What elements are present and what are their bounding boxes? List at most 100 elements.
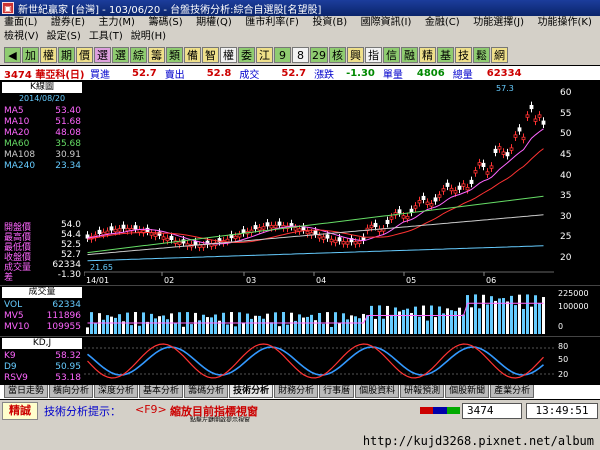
kd-chart[interactable] — [84, 338, 554, 384]
candle-body — [329, 238, 334, 243]
tab-10[interactable]: 個股新聞 — [445, 385, 490, 398]
menu-item[interactable]: 主力(M) — [99, 16, 135, 30]
toolbar-button[interactable]: 信 — [383, 47, 400, 63]
candle-body — [113, 228, 118, 233]
toolbar-button[interactable]: 加 — [22, 47, 39, 63]
kd-panel: KD,J K9 58.32 D9 50.95 RSV9 53.18 80 50 20 — [0, 336, 600, 384]
candle-body — [541, 120, 546, 125]
volume-bar — [278, 326, 281, 334]
volume-bar — [98, 313, 101, 334]
stat-value: -1.30 — [57, 270, 81, 280]
volume-bar — [86, 327, 89, 334]
toolbar-button[interactable]: 權 — [40, 47, 57, 63]
toolbar-button[interactable]: 網 — [491, 47, 508, 63]
menu-item[interactable]: 畫面(L) — [4, 16, 37, 30]
ma-legend-row: MA108 30.91 — [4, 150, 81, 160]
menu-row-2: 檢視(V) 設定(S) 工具(T) 說明(H) — [0, 30, 600, 44]
toolbar-button[interactable]: 基 — [437, 47, 454, 63]
toolbar-button[interactable]: 融 — [401, 47, 418, 63]
menu-item[interactable]: 功能選擇(J) — [473, 16, 524, 30]
tab-3[interactable]: 基本分析 — [139, 385, 184, 398]
menu-item[interactable]: 設定(S) — [47, 30, 81, 44]
volume-bar — [370, 305, 373, 334]
toolbar-button[interactable]: ◀ — [4, 47, 21, 63]
kline-legend-panel: K線圖 2014/08/20 MA5 53.40 MA10 51.68 MA20 48.0… — [0, 80, 83, 285]
candle-body — [421, 195, 426, 201]
tab-8[interactable]: 個股資料 — [355, 385, 400, 398]
toolbar-button[interactable]: 指 — [365, 47, 382, 63]
volume-bar — [350, 315, 353, 334]
tab-1[interactable]: 橫向分析 — [49, 385, 94, 398]
toolbar-button[interactable]: 選 — [94, 47, 111, 63]
candle-body — [353, 241, 358, 245]
toolbar-button[interactable]: 價 — [76, 47, 93, 63]
tab-11[interactable]: 產業分析 — [490, 385, 535, 398]
candle-body — [417, 200, 422, 204]
toolbar-button[interactable]: 綜 — [130, 47, 147, 63]
tab-5[interactable]: 技術分析 — [229, 385, 274, 398]
volume-title: 成交量 — [2, 287, 82, 298]
volume-bar — [198, 320, 201, 334]
buy-value: 52.7 — [132, 67, 157, 79]
tab-6[interactable]: 財務分析 — [274, 385, 319, 398]
tab-7[interactable]: 行事曆 — [319, 385, 355, 398]
menu-item[interactable]: 投資(B) — [312, 16, 347, 30]
toolbar-button[interactable]: 29 — [310, 47, 328, 63]
tab-2[interactable]: 深度分析 — [94, 385, 139, 398]
buy-label: 買進 — [90, 69, 110, 81]
toolbar-button[interactable]: 技 — [455, 47, 472, 63]
toolbar-button[interactable]: 委 — [238, 47, 255, 63]
volume-bar — [154, 318, 157, 334]
stock-code-input[interactable]: 3474 — [462, 403, 522, 419]
tab-9[interactable]: 研報預測 — [400, 385, 445, 398]
candle-body — [153, 233, 158, 237]
volume-bar — [414, 306, 417, 334]
toolbar-button[interactable]: 備 — [184, 47, 201, 63]
menu-item[interactable]: 期權(Q) — [196, 16, 232, 30]
kline-chart[interactable]: 14/01 02 03 04 05 06 57.3 21.65 — [83, 80, 554, 285]
menu-item[interactable]: 檢視(V) — [4, 30, 39, 44]
toolbar-button[interactable]: 核 — [329, 47, 346, 63]
menu-item[interactable]: 國際資訊(I) — [361, 16, 412, 30]
toolbar-button[interactable]: 鬆 — [473, 47, 490, 63]
kd-value: 50.95 — [55, 362, 81, 372]
toolbar-button[interactable]: 權 — [220, 47, 237, 63]
menu-item[interactable]: 證券(E) — [51, 16, 85, 30]
toolbar-button[interactable]: 8 — [292, 47, 309, 63]
candle-body — [405, 215, 410, 220]
menu-item[interactable]: 籌碼(S) — [148, 16, 182, 30]
toolbar-button[interactable]: 類 — [166, 47, 183, 63]
candle-body — [169, 235, 174, 241]
volume-label: VOL — [4, 300, 23, 310]
stock-code[interactable]: 3474 華亞科(日) — [4, 66, 84, 81]
toolbar-button[interactable]: 江 — [256, 47, 273, 63]
toolbar-button[interactable]: 精 — [419, 47, 436, 63]
toolbar-button[interactable]: 興 — [347, 47, 364, 63]
menu-item[interactable]: 金融(C) — [425, 16, 460, 30]
candle-body — [497, 146, 502, 150]
kd-tick: 20 — [558, 370, 569, 379]
volume-bar — [418, 316, 421, 334]
menu-item[interactable]: 工具(T) — [89, 30, 123, 44]
tab-4[interactable]: 籌碼分析 — [184, 385, 229, 398]
candle-body — [437, 194, 442, 198]
toolbar-button[interactable]: 期 — [58, 47, 75, 63]
toolbar-button[interactable]: 籌 — [148, 47, 165, 63]
volume-bar — [526, 294, 529, 334]
candle-body — [357, 240, 362, 244]
toolbar-button[interactable]: 9 — [274, 47, 291, 63]
menu-item[interactable]: 說明(H) — [131, 30, 166, 44]
mode-badge: 精誠 — [2, 402, 38, 420]
candle-body — [389, 216, 394, 220]
candle-body — [413, 205, 418, 209]
toolbar-button[interactable]: 選 — [112, 47, 129, 63]
price-tick: 25 — [560, 232, 572, 243]
menu-item[interactable]: 匯市利率(F) — [245, 16, 299, 30]
tab-0[interactable]: 當日走勢 — [4, 385, 49, 398]
total-volume-value: 62334 — [486, 67, 522, 79]
toolbar-button[interactable]: 智 — [202, 47, 219, 63]
candle-body — [165, 237, 170, 242]
volume-chart[interactable] — [84, 287, 554, 335]
candle-body — [109, 226, 114, 231]
menu-item[interactable]: 功能操作(K) — [538, 16, 592, 30]
